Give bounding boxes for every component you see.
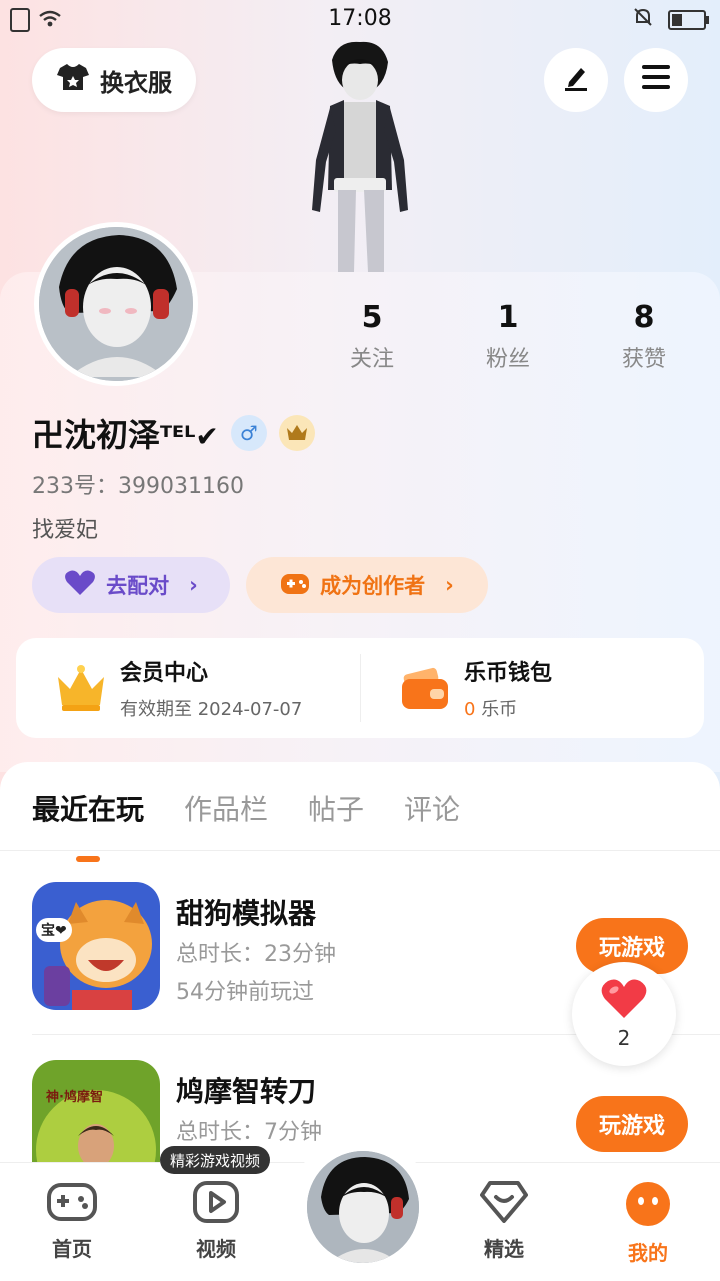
play-video-icon	[166, 1181, 266, 1227]
match-label: 去配对	[106, 574, 170, 598]
change-outfit-label: 换衣服	[100, 68, 172, 97]
nav-label: 我的	[628, 1241, 668, 1265]
status-time: 17:08	[328, 6, 392, 31]
stat-label: 获赞	[621, 347, 666, 372]
heart-gem-icon	[454, 1181, 554, 1227]
video-tooltip: 精彩游戏视频	[160, 1146, 271, 1174]
floating-like-button[interactable]: 2	[572, 962, 676, 1066]
game-duration: 总时长：23分钟	[176, 942, 336, 967]
stat-label: 关注	[349, 347, 394, 372]
nav-label: 视频	[196, 1237, 236, 1261]
chevron-right-icon: ›	[189, 573, 198, 597]
profile-avatar[interactable]	[34, 222, 198, 386]
play-game-button[interactable]: 玩游戏	[576, 1096, 688, 1152]
hamburger-menu-icon	[641, 64, 671, 97]
tab-works[interactable]: 作品栏	[184, 788, 268, 828]
like-count: 2	[617, 1026, 631, 1050]
user-id: 233号：399031160	[32, 474, 244, 499]
change-outfit-button[interactable]: 换衣服	[32, 48, 196, 112]
username: 卍沈初泽ᵀᴱᴸ✔	[32, 410, 219, 456]
heart-match-icon	[64, 570, 96, 601]
match-button[interactable]: 去配对 ›	[32, 557, 230, 613]
game-icon-text: 神·鸠摩智	[46, 1090, 103, 1105]
tshirt-icon	[56, 62, 90, 98]
nav-label: 首页	[52, 1237, 92, 1261]
member-center-title: 会员中心	[120, 661, 209, 686]
nav-video[interactable]: 视频	[166, 1181, 266, 1262]
wallet-icon	[398, 661, 452, 715]
username-row: 卍沈初泽ᵀᴱᴸ✔ ♂	[32, 410, 315, 456]
wallet-entry[interactable]: 乐币钱包 0 乐币	[360, 638, 704, 738]
stat-likes[interactable]: 8 获赞	[576, 300, 712, 373]
become-creator-label: 成为创作者	[320, 574, 426, 598]
nav-me[interactable]: 我的	[598, 1181, 698, 1266]
nav-home[interactable]: 首页	[22, 1181, 122, 1262]
heart-icon	[600, 978, 648, 1024]
content-tabs: 最近在玩 作品栏 帖子 评论	[32, 788, 460, 862]
become-creator-button[interactable]: 成为创作者 ›	[246, 557, 488, 613]
male-gender-icon: ♂	[230, 415, 267, 451]
avatar-3d-figure[interactable]	[290, 40, 430, 272]
stat-label: 粉丝	[485, 347, 530, 372]
tabs-divider	[0, 850, 720, 851]
nav-center-avatar[interactable]	[304, 1148, 422, 1266]
mute-bell-icon	[632, 6, 654, 33]
member-center-entry[interactable]: 会员中心 有效期至 2024-07-07	[16, 638, 360, 738]
user-bio: 找爱妃	[32, 518, 99, 543]
member-expiry: 有效期至 2024-07-07	[120, 699, 303, 720]
tab-posts[interactable]: 帖子	[308, 788, 364, 828]
game-last-played: 54分钟前玩过	[176, 980, 314, 1005]
stat-value: 1	[497, 300, 519, 335]
game-duration: 总时长：7分钟	[176, 1120, 322, 1145]
username-suffix: ᵀᴱᴸ✔	[160, 420, 219, 453]
crown-badge-icon[interactable]	[278, 415, 315, 451]
smiley-profile-icon	[598, 1181, 698, 1231]
gamepad-icon	[280, 570, 310, 601]
member-wallet-card: 会员中心 有效期至 2024-07-07 乐币钱包 0 乐币	[16, 638, 704, 738]
wallet-title: 乐币钱包	[464, 661, 553, 686]
username-text: 卍沈初泽	[32, 416, 161, 454]
wallet-amount: 0	[464, 699, 476, 720]
crown-icon	[54, 661, 108, 715]
wallet-balance: 0 乐币	[464, 695, 552, 721]
nav-label: 精选	[484, 1237, 524, 1261]
edit-profile-button[interactable]	[544, 48, 608, 112]
battery-icon	[668, 10, 709, 30]
stat-fans[interactable]: 1 粉丝	[440, 300, 576, 373]
nav-featured[interactable]: 精选	[454, 1181, 554, 1262]
gamepad-home-icon	[22, 1181, 122, 1227]
game-name: 甜狗模拟器	[176, 897, 317, 930]
game-name: 鸠摩智转刀	[176, 1075, 317, 1108]
stat-value: 8	[633, 300, 655, 335]
profile-stats: 5 关注 1 粉丝 8 获赞	[304, 300, 712, 373]
tab-recently-played[interactable]: 最近在玩	[32, 788, 144, 862]
menu-button[interactable]	[624, 48, 688, 112]
wallet-unit: 乐币	[481, 699, 518, 720]
chevron-right-icon: ›	[445, 573, 454, 597]
content-panel: 最近在玩 作品栏 帖子 评论 宝❤ 甜狗模拟器 总时长：23分钟 54分钟前玩过…	[0, 762, 720, 1188]
stat-following[interactable]: 5 关注	[304, 300, 440, 373]
stat-value: 5	[361, 300, 383, 335]
tab-comments[interactable]: 评论	[404, 788, 460, 828]
pen-icon	[561, 62, 591, 99]
game-icon-text: 宝❤	[36, 918, 72, 942]
status-bar: 17:08	[0, 0, 720, 40]
game-icon-dog-simulator: 宝❤	[32, 882, 160, 1010]
